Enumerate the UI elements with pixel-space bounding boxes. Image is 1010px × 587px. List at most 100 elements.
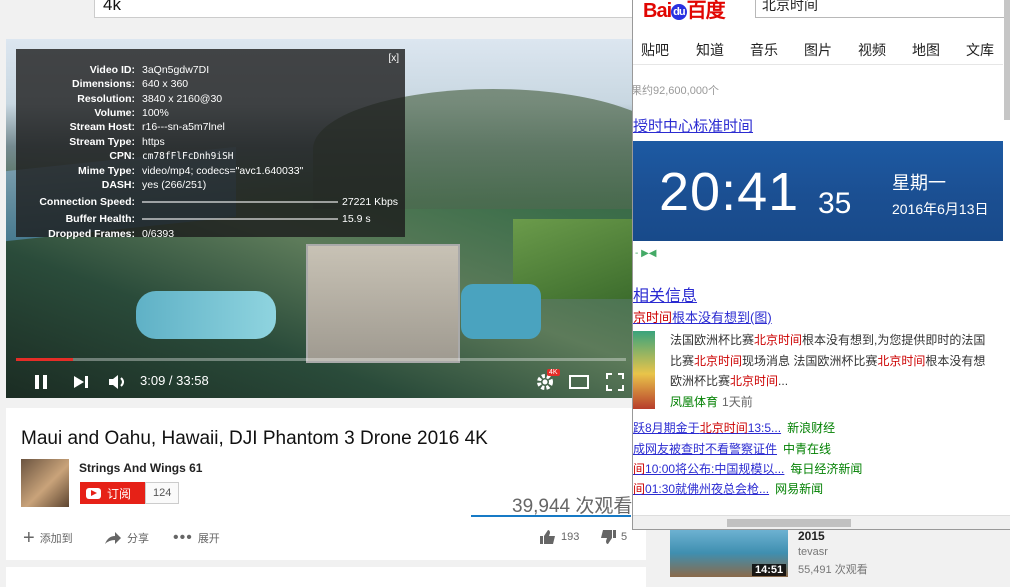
pause-icon (35, 375, 47, 389)
news-link[interactable]: 跃8月期金于北京时间13:5... (633, 421, 781, 435)
pause-button[interactable] (30, 371, 52, 393)
tab-video[interactable]: 视频 (858, 40, 886, 60)
like-button[interactable]: 193 (540, 530, 579, 544)
stat-value: https (142, 136, 165, 148)
stat-label: Resolution: (77, 93, 135, 105)
stat-row: Mime Type: video/mp4; codecs="avc1.640033… (16, 164, 405, 179)
stat-label: Dimensions: (71, 78, 135, 90)
like-count: 193 (561, 531, 580, 543)
news-snippet-line: 比赛北京时间现场消息 法国欧洲杯比赛北京时间根本没有想 (670, 351, 985, 371)
share-icon (105, 532, 121, 544)
news-snippet-line: 法国欧洲杯比赛北京时间根本没有想到,为您提供即时的法国 (670, 330, 985, 350)
fullscreen-button[interactable] (604, 371, 626, 393)
clock-seconds: 35 (818, 187, 852, 220)
share-button[interactable]: 分享 (104, 530, 149, 546)
stat-row: DASH: yes (266/251) (16, 178, 405, 193)
snippet-text: 比赛 (670, 354, 695, 368)
source-time: 1天前 (722, 395, 753, 409)
baidu-logo[interactable]: Bai du 百度 (643, 0, 726, 23)
stat-label: Stream Type: (69, 136, 135, 148)
next-button[interactable] (70, 371, 92, 393)
stat-row: Stream Type: https (16, 135, 405, 150)
tab-zhidao[interactable]: 知道 (696, 40, 724, 60)
connection-graph (142, 201, 338, 203)
volume-button[interactable] (106, 371, 130, 393)
news-link[interactable]: 成网友被查时不看警察证件 (633, 442, 777, 456)
share-label: 分享 (127, 533, 149, 545)
news-thumbnail[interactable] (633, 331, 655, 409)
likes-ratio-bar (471, 515, 631, 517)
dislike-count: 5 (621, 531, 628, 543)
news-link[interactable]: 间10:00将公布:中国规模以... (633, 462, 784, 476)
news-item[interactable]: 间10:00将公布:中国规模以... 每日经济新闻 (633, 460, 862, 477)
buffer-graph (142, 218, 338, 220)
result-count: 果约92,600,000个 (632, 85, 720, 97)
news-text: 跃8月期金于 (633, 421, 700, 435)
result-link-time-center[interactable]: 授时中心标准时间 (633, 115, 753, 136)
stats-for-nerds-panel: [x] Video ID: 3aQn5gdw7DI Dimensions: 640 … (16, 49, 405, 240)
news-text: 成网友被查时不看警察证件 (633, 442, 778, 456)
stat-label: Volume: (94, 107, 135, 119)
news-item[interactable]: 间01:30就佛州夜总会枪... 网易新闻 (633, 480, 823, 497)
stat-row-dropped: Dropped Frames: 0/6393 (16, 227, 405, 242)
clock-hour-minute: 20:41 (659, 162, 800, 222)
snippet-text: 欧洲杯比赛 (670, 374, 731, 388)
stat-row: Stream Host: r16---sn-a5m7lnel (16, 120, 405, 135)
channel-name[interactable]: Strings And Wings 61 (79, 461, 202, 475)
subscribe-button[interactable]: 订阅 (80, 482, 145, 504)
news-item[interactable]: 成网友被查时不看警察证件 中青在线 (633, 440, 831, 457)
horizontal-scrollbar-thumb[interactable] (727, 519, 851, 527)
theater-mode-button[interactable] (568, 371, 590, 393)
tab-tieba[interactable]: 贴吧 (641, 40, 669, 60)
snippet-text: 根本没有想 (925, 354, 986, 368)
highlight: 北京时间 (754, 333, 803, 347)
stat-label: Mime Type: (78, 165, 135, 177)
tab-images[interactable]: 图片 (804, 40, 832, 60)
related-info-heading[interactable]: 相关信息 (633, 282, 697, 306)
seek-bar[interactable] (16, 358, 626, 361)
clock-weekday: 星期一 (892, 173, 946, 193)
more-icon: ••• (173, 529, 193, 546)
more-button[interactable]: ••• 展开 (173, 530, 220, 546)
stat-label: Buffer Health: (65, 213, 135, 225)
next-card (6, 567, 646, 587)
stat-value: video/mp4; codecs="avc1.640033" (142, 165, 304, 177)
video-title: Maui and Oahu, Hawaii, DJI Phantom 3 Dro… (21, 428, 488, 449)
quality-badge: 4K (547, 369, 560, 376)
related-video-title[interactable]: 2015 (798, 529, 825, 543)
stat-label: Dropped Frames: (48, 228, 135, 240)
channel-avatar[interactable] (21, 459, 69, 507)
video-player[interactable]: [x] Video ID: 3aQn5gdw7DI Dimensions: 640 … (6, 39, 633, 398)
thumbs-down-icon (601, 530, 616, 544)
tab-map[interactable]: 地图 (912, 40, 940, 60)
news-text: 01:30就佛州夜总会枪... (645, 482, 770, 496)
clock-date: 2016年6月13日 (892, 201, 989, 217)
stat-value: yes (266/251) (142, 179, 207, 191)
volume-icon (109, 375, 124, 389)
video-frame-pool (461, 284, 541, 339)
thumbs-up-icon (540, 530, 555, 544)
vertical-scrollbar[interactable] (1004, 0, 1010, 120)
next-icon (74, 376, 88, 388)
add-to-button[interactable]: + 添加到 (23, 527, 73, 549)
search-input[interactable]: 4k (94, 0, 644, 18)
baidu-search-input[interactable]: 北京时间 (755, 0, 1010, 18)
highlight: 北京时间 (730, 374, 779, 388)
dislike-button[interactable]: 5 (600, 530, 627, 544)
fullscreen-icon (606, 373, 624, 391)
news-text: 13:5... (747, 421, 782, 435)
tab-music[interactable]: 音乐 (750, 40, 778, 60)
highlight: 北京时间 (694, 354, 743, 368)
stat-row: Resolution: 3840 x 2160@30 (16, 92, 405, 107)
news-link[interactable]: 间01:30就佛州夜总会枪... (633, 482, 769, 496)
news-item[interactable]: 跃8月期金于北京时间13:5... 新浪财经 (633, 419, 835, 436)
news-title-link[interactable]: 京时间根本没有想到(图) (633, 307, 772, 326)
horizontal-scrollbar[interactable] (633, 515, 1010, 529)
tab-wenku[interactable]: 文库 (966, 40, 994, 60)
stat-row: CPN: cm78fFlFcDnh9iSH (16, 149, 405, 164)
beijing-clock-card: 20:41 35 星期一 2016年6月13日 (633, 141, 1003, 241)
stat-row-connection: Connection Speed: 27221 Kbps (16, 195, 405, 210)
snippet-text: 现场消息 法国欧洲杯比赛 (742, 354, 878, 368)
stat-value: 100% (142, 107, 169, 119)
plus-icon: + (23, 527, 35, 549)
